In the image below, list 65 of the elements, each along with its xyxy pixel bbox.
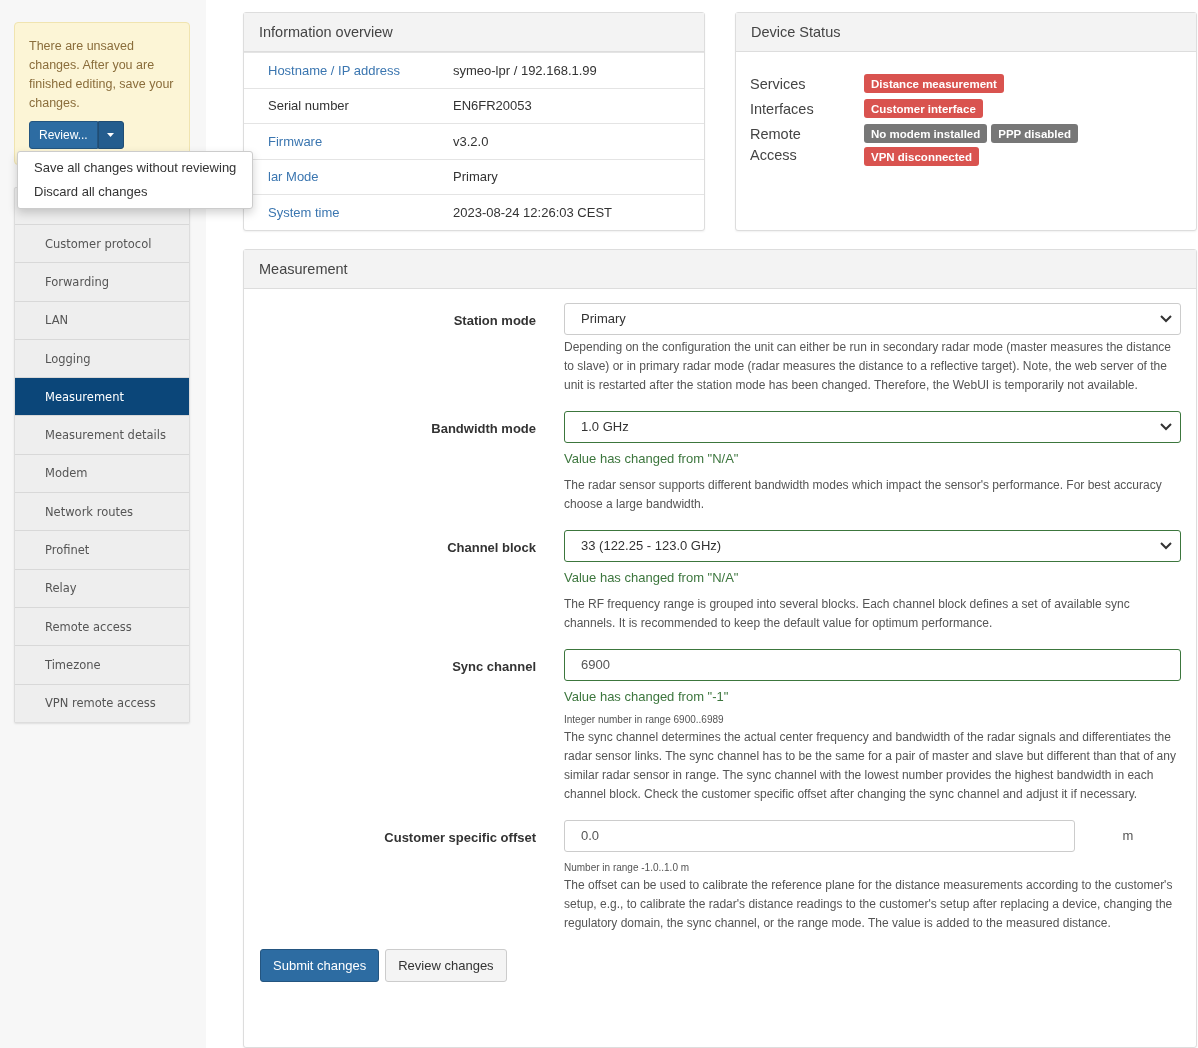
status-badge: No modem installed: [864, 124, 988, 143]
help-text: Depending on the configuration the unit can either be run in secondary radar mode (master measures the distance to slave) or in primary radar mode (radar measures the distance to a reflective target). Note, the web server of the unit is restarted after the station mode has been changed. Therefore, the WebUI is temporarily not available.: [564, 338, 1173, 394]
help-text: The RF frequency range is grouped into several blocks. Each channel block defines a set of available sync channels. It is recommended to keep the default value for optimum performance.: [564, 595, 1131, 632]
status-badge: PPP disabled: [991, 124, 1078, 143]
nav-item[interactable]: Relay: [15, 568, 189, 607]
field-label: Bandwidth mode: [430, 419, 537, 438]
nav-item[interactable]: Network routes: [15, 492, 189, 531]
change-note: Value has changed from "N/A": [564, 450, 740, 466]
unit-label: m: [1121, 828, 1135, 843]
field-label: Channel block: [446, 538, 537, 557]
nav-item[interactable]: LAN: [15, 300, 189, 339]
notice-text: There are unsaved changes. After you are finished editing, save your changes.: [29, 38, 175, 112]
panel-title: Device Status: [736, 13, 1196, 52]
info-value: 2023-08-24 12:26:03 CEST: [453, 204, 612, 220]
status-badge: VPN disconnected: [864, 147, 979, 166]
nav-item[interactable]: Measurement: [15, 377, 189, 416]
info-link[interactable]: System time: [244, 204, 453, 220]
chevron-down-icon: [1160, 314, 1172, 323]
help-text: The sync channel determines the actual center frequency and bandwidth of the radar signals and differentiates the radar sensor links. The sync channel has to be the same for a pair of master and slave but different than that of any similar radar sensor in range. The sync channel with the lowest number provides the highest bandwidth in each channel block. Check the customer specific offset after changing the sync channel and adjust it if necessary.: [564, 728, 1177, 803]
change-note: Value has changed from "N/A": [564, 569, 740, 585]
field-label: Sync channel: [451, 657, 537, 676]
nav-item[interactable]: Forwarding: [15, 262, 189, 301]
select-field[interactable]: Primary: [564, 302, 1181, 335]
range-hint: Integer number in range 6900..6989: [564, 713, 725, 725]
info-value: EN6FR20053: [453, 98, 532, 114]
info-link[interactable]: Hostname / IP address: [244, 62, 453, 78]
chevron-down-icon: [1160, 422, 1172, 431]
status-label: Remote Access: [750, 125, 802, 165]
help-text: The offset can be used to calibrate the reference plane for the distance measurements according to the customer's setup, e.g., to calibrate the radar's distance readings to the customer's setup after replacing a device, changing the regulatory domain, the sync channel, or the range mode. The value is added to the measured distance.: [564, 876, 1174, 932]
menu-item[interactable]: Discard all changes: [18, 180, 252, 204]
review-button[interactable]: Review changes: [385, 948, 507, 982]
nav-item[interactable]: Timezone: [15, 645, 189, 684]
chevron-down-icon: [1160, 541, 1172, 550]
panel-title: Measurement: [244, 249, 1196, 289]
range-hint: Number in range -1.0..1.0 m: [564, 861, 691, 873]
status-badge: Distance measurement: [864, 74, 1004, 93]
nav-item[interactable]: Logging: [15, 338, 189, 378]
submit-button[interactable]: Submit changes: [260, 948, 380, 982]
input-field[interactable]: 0.0: [564, 819, 1075, 852]
dropdown-toggle[interactable]: [97, 121, 124, 149]
change-note: Value has changed from "-1": [564, 688, 730, 704]
field-label: Station mode: [452, 311, 537, 330]
nav-item[interactable]: Customer protocol: [15, 224, 189, 263]
status-label: Interfaces: [750, 100, 815, 119]
info-value: Primary: [453, 169, 498, 185]
help-text: The radar sensor supports different bandwidth modes which impact the sensor's performance. For best accuracy choose a large bandwidth.: [564, 476, 1163, 513]
nav-item[interactable]: Profinet: [15, 530, 189, 569]
select-field[interactable]: 33 (122.25 - 123.0 GHz): [564, 529, 1181, 562]
nav-item[interactable]: Modem: [15, 453, 189, 493]
info-link[interactable]: Firmware: [244, 133, 453, 149]
select-field[interactable]: 1.0 GHz: [564, 410, 1181, 443]
review-button[interactable]: Review...: [29, 121, 98, 149]
input-field[interactable]: 6900: [564, 648, 1181, 681]
info-label: Serial number: [267, 98, 350, 114]
status-label: Services: [750, 75, 807, 94]
nav-item[interactable]: Measurement details: [15, 415, 189, 454]
info-value: symeo-lpr / 192.168.1.99: [453, 62, 597, 78]
nav-item[interactable]: Remote access: [15, 606, 189, 646]
menu-item[interactable]: Save all changes without reviewing: [18, 156, 252, 180]
field-label: Customer specific offset: [383, 828, 537, 847]
caret-icon: [107, 133, 115, 137]
nav-item[interactable]: VPN remote access: [15, 683, 189, 722]
info-value: v3.2.0: [453, 133, 489, 149]
status-badge: Customer interface: [864, 99, 983, 118]
panel-title: Information overview: [244, 13, 704, 52]
